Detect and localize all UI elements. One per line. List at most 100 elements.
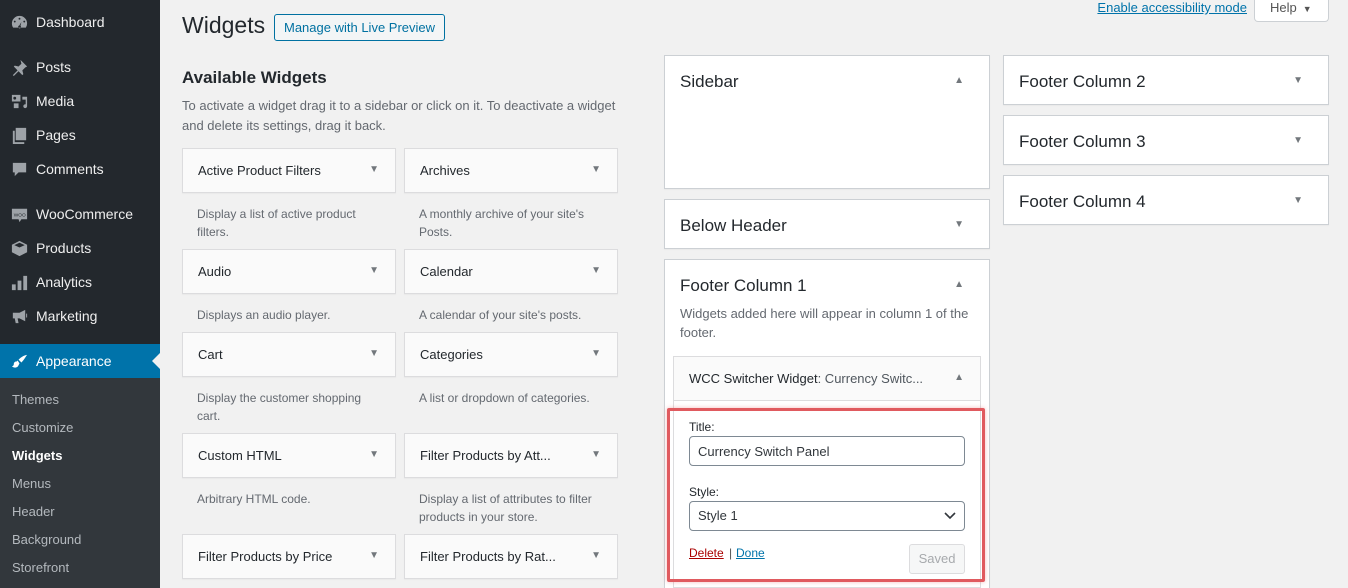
accessibility-mode-link[interactable]: Enable accessibility mode bbox=[1097, 0, 1247, 15]
widget-title: Cart bbox=[198, 347, 223, 362]
caret-down-icon[interactable]: ▼ bbox=[591, 265, 601, 276]
submenu-item-storefront[interactable]: Storefront bbox=[12, 560, 69, 575]
delete-link[interactable]: Delete bbox=[689, 546, 724, 560]
widget-header[interactable]: WCC Switcher Widget: Currency Switc... ▲ bbox=[674, 357, 980, 401]
submenu-item-background[interactable]: Background bbox=[12, 532, 81, 547]
area-title[interactable]: Footer Column 3 bbox=[1019, 132, 1146, 152]
widget-title: Active Product Filters bbox=[198, 163, 321, 178]
available-widget[interactable]: Calendar ▼ bbox=[404, 249, 618, 294]
available-widget[interactable]: Audio ▼ bbox=[182, 249, 396, 294]
menu-item-woocommerce[interactable]: WOO WooCommerce bbox=[0, 197, 160, 231]
caret-down-icon[interactable]: ▼ bbox=[369, 348, 379, 359]
menu-item-appearance[interactable]: Appearance bbox=[0, 344, 160, 378]
area-title[interactable]: Sidebar bbox=[680, 72, 739, 92]
widget-title: Filter Products by Att... bbox=[420, 448, 551, 463]
menu-item-pages[interactable]: Pages bbox=[0, 118, 160, 152]
area-description: Widgets added here will appear in column… bbox=[680, 306, 969, 340]
available-widgets-heading: Available Widgets bbox=[182, 68, 327, 87]
widget-description: Arbitrary HTML code. bbox=[197, 492, 311, 506]
caret-down-icon[interactable]: ▼ bbox=[591, 449, 601, 460]
caret-up-icon[interactable]: ▲ bbox=[954, 372, 964, 383]
manage-live-preview-button[interactable]: Manage with Live Preview bbox=[274, 14, 446, 41]
widget-title: Filter Products by Rat... bbox=[420, 549, 556, 564]
caret-down-icon[interactable]: ▼ bbox=[1293, 195, 1303, 206]
saved-button[interactable]: Saved bbox=[909, 544, 965, 574]
caret-down-icon[interactable]: ▼ bbox=[1293, 75, 1303, 86]
caret-down-icon[interactable]: ▼ bbox=[369, 265, 379, 276]
widget-name: WCC Switcher Widget bbox=[689, 371, 818, 386]
media-icon bbox=[0, 92, 36, 111]
menu-item-media[interactable]: Media bbox=[0, 84, 160, 118]
menu-label: Products bbox=[36, 240, 92, 256]
area-title[interactable]: Below Header bbox=[680, 216, 787, 236]
widget-instance-title: : Currency Switc... bbox=[817, 371, 924, 386]
menu-label: Pages bbox=[36, 127, 76, 143]
menu-item-products[interactable]: Products bbox=[0, 231, 160, 265]
menu-item-marketing[interactable]: Marketing bbox=[0, 299, 160, 333]
widget-area-footer-column-2: Footer Column 2 ▼ bbox=[1003, 55, 1329, 105]
admin-sidebar: Dashboard Posts Media Pages Comments WOO… bbox=[0, 0, 160, 588]
comment-icon bbox=[0, 160, 36, 179]
menu-item-analytics[interactable]: Analytics bbox=[0, 265, 160, 299]
done-link[interactable]: Done bbox=[736, 546, 765, 560]
widget-title: Audio bbox=[198, 264, 232, 279]
caret-down-icon[interactable]: ▼ bbox=[369, 449, 379, 460]
pages-icon bbox=[0, 126, 36, 145]
dashboard-icon bbox=[0, 13, 36, 32]
widget-title: Custom HTML bbox=[198, 448, 282, 463]
menu-label: Dashboard bbox=[36, 14, 105, 30]
caret-down-icon[interactable]: ▼ bbox=[1293, 135, 1303, 146]
area-title[interactable]: Footer Column 2 bbox=[1019, 72, 1146, 92]
menu-label: Posts bbox=[36, 59, 72, 75]
caret-up-icon[interactable]: ▲ bbox=[954, 75, 964, 86]
available-widget[interactable]: Active Product Filters ▼ bbox=[182, 148, 396, 193]
megaphone-icon bbox=[0, 307, 36, 326]
svg-text:WOO: WOO bbox=[13, 212, 25, 218]
area-title[interactable]: Footer Column 1 bbox=[680, 276, 807, 296]
caret-down-icon[interactable]: ▼ bbox=[591, 348, 601, 359]
menu-label: Appearance bbox=[36, 353, 112, 369]
area-title[interactable]: Footer Column 4 bbox=[1019, 192, 1146, 212]
help-button[interactable]: Help ▼ bbox=[1254, 0, 1329, 22]
pin-icon bbox=[0, 58, 36, 77]
menu-item-dashboard[interactable]: Dashboard bbox=[0, 5, 160, 39]
available-widget[interactable]: Custom HTML ▼ bbox=[182, 433, 396, 478]
caret-down-icon[interactable]: ▼ bbox=[369, 550, 379, 561]
chevron-down-icon bbox=[944, 512, 956, 520]
title-input[interactable] bbox=[689, 436, 965, 466]
available-widget[interactable]: Cart ▼ bbox=[182, 332, 396, 377]
submenu-item-widgets[interactable]: Widgets bbox=[12, 448, 62, 463]
caret-up-icon[interactable]: ▲ bbox=[954, 279, 964, 290]
caret-down-icon[interactable]: ▼ bbox=[591, 550, 601, 561]
woo-icon: WOO bbox=[0, 205, 36, 224]
appearance-submenu: Themes Customize Widgets Menus Header Ba… bbox=[0, 378, 160, 588]
page-title: Widgets bbox=[182, 12, 266, 38]
caret-down-icon[interactable]: ▼ bbox=[954, 219, 964, 230]
widget-description: A list or dropdown of categories. bbox=[419, 391, 590, 405]
menu-label: Media bbox=[36, 93, 75, 109]
submenu-item-themes[interactable]: Themes bbox=[12, 392, 59, 407]
submenu-item-customize[interactable]: Customize bbox=[12, 420, 73, 435]
available-widget[interactable]: Archives ▼ bbox=[404, 148, 618, 193]
available-widget[interactable]: Categories ▼ bbox=[404, 332, 618, 377]
menu-label: Comments bbox=[36, 161, 104, 177]
menu-item-comments[interactable]: Comments bbox=[0, 152, 160, 186]
available-widget[interactable]: Filter Products by Price ▼ bbox=[182, 534, 396, 579]
available-widget[interactable]: Filter Products by Att... ▼ bbox=[404, 433, 618, 478]
style-select[interactable]: Style 1 bbox=[689, 501, 965, 531]
widget-description: Display a list of attributes to filter p… bbox=[419, 492, 592, 524]
separator: | bbox=[729, 546, 733, 560]
widget-area-footer-column-3: Footer Column 3 ▼ bbox=[1003, 115, 1329, 165]
available-widget[interactable]: Filter Products by Rat... ▼ bbox=[404, 534, 618, 579]
style-selected-value: Style 1 bbox=[698, 508, 738, 523]
caret-down-icon: ▼ bbox=[1302, 4, 1312, 14]
available-widgets-description: To activate a widget drag it to a sideba… bbox=[182, 98, 616, 133]
submenu-item-header[interactable]: Header bbox=[12, 504, 55, 519]
widget-description: A calendar of your site's posts. bbox=[419, 308, 582, 322]
submenu-item-menus[interactable]: Menus bbox=[12, 476, 51, 491]
menu-item-posts[interactable]: Posts bbox=[0, 50, 160, 84]
caret-down-icon[interactable]: ▼ bbox=[369, 164, 379, 175]
box-icon bbox=[0, 239, 36, 258]
caret-down-icon[interactable]: ▼ bbox=[591, 164, 601, 175]
widget-description: Display a list of active product filters… bbox=[197, 207, 356, 239]
